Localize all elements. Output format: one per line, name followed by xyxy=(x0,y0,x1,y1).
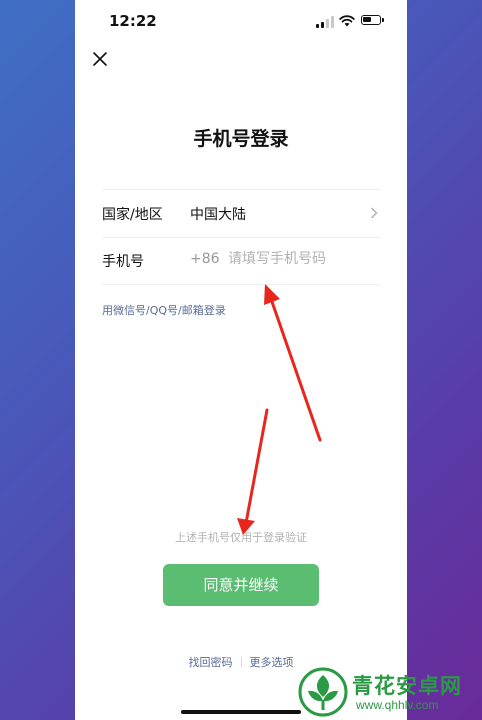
alt-login-link[interactable]: 用微信号/QQ号/邮箱登录 xyxy=(102,302,226,318)
country-label: 国家/地区 xyxy=(102,207,163,223)
phone-number-input[interactable] xyxy=(228,247,378,271)
wifi-icon xyxy=(339,15,355,27)
agree-continue-button[interactable]: 同意并继续 xyxy=(163,564,319,606)
status-bar: 12:22 xyxy=(75,0,407,44)
country-value: 中国大陆 xyxy=(190,207,246,223)
home-indicator[interactable] xyxy=(181,710,301,714)
phone-number-row: 手机号 +86 xyxy=(102,237,380,285)
country-region-selector[interactable]: 国家/地区 中国大陆 xyxy=(102,189,380,238)
chevron-right-icon xyxy=(370,207,378,219)
footer-divider xyxy=(240,657,242,667)
more-options-link[interactable]: 更多选项 xyxy=(250,656,294,669)
recover-password-link[interactable]: 找回密码 xyxy=(189,656,233,669)
battery-icon xyxy=(361,15,384,25)
verification-notice: 上述手机号仅用于登录验证 xyxy=(175,531,307,544)
watermark: 青花安卓网 www.qhhlv.com xyxy=(298,667,482,717)
close-icon[interactable] xyxy=(91,50,109,68)
watermark-name: 青花安卓网 xyxy=(352,674,462,698)
phone-label: 手机号 xyxy=(102,254,144,270)
page-title: 手机号登录 xyxy=(193,128,289,150)
watermark-url: www.qhhlv.com xyxy=(356,698,439,712)
watermark-logo-icon xyxy=(298,667,348,717)
status-time: 12:22 xyxy=(109,12,157,30)
phone-screen: 12:22 手机号登录 国家/地区 中国大陆 手机号 +86 用微信号/QQ号/… xyxy=(75,0,407,720)
cellular-signal-icon xyxy=(316,16,334,28)
country-code: +86 xyxy=(190,251,220,267)
